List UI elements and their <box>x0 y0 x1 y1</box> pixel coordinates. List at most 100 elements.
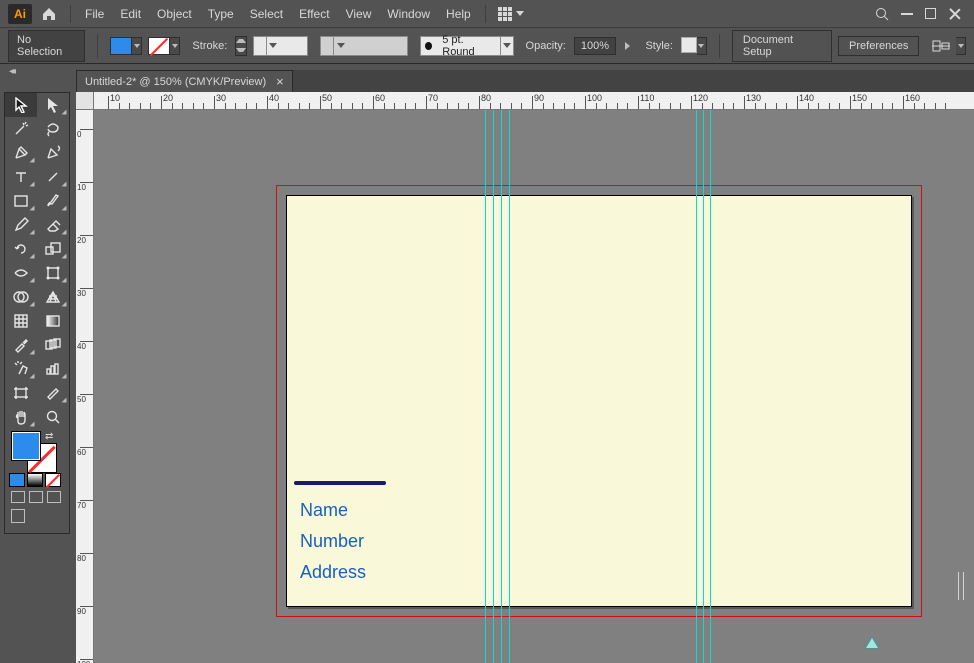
hruler-tick: 130 <box>746 93 761 103</box>
menu-object[interactable]: Object <box>149 0 200 28</box>
opacity-value[interactable]: 100% <box>574 37 616 55</box>
type-tool[interactable] <box>5 165 37 189</box>
document-tab[interactable]: Untitled-2* @ 150% (CMYK/Preview) × <box>76 70 293 92</box>
variable-width-profile-combo[interactable] <box>320 36 408 56</box>
stroke-weight-combo[interactable] <box>253 36 308 56</box>
pen-tool[interactable] <box>5 141 37 165</box>
column-graph-tool[interactable] <box>37 357 69 381</box>
graphic-style-combo[interactable] <box>681 37 707 55</box>
artboard[interactable] <box>286 195 912 607</box>
guide-vertical[interactable] <box>710 110 711 663</box>
pencil-tool[interactable] <box>5 213 37 237</box>
color-mode-gradient[interactable] <box>27 473 43 487</box>
document-tab-bar: Untitled-2* @ 150% (CMYK/Preview) × <box>76 70 974 92</box>
hruler-tick: 40 <box>269 93 279 103</box>
draw-normal[interactable] <box>11 491 25 503</box>
stroke-swatch[interactable] <box>148 37 180 55</box>
maximize-button[interactable] <box>925 8 936 19</box>
direct-selection-tool[interactable] <box>37 93 69 117</box>
panel-collapse-handle[interactable]: ◂◂ <box>4 66 18 76</box>
canvas-area[interactable]: Name Number Address <box>94 110 974 663</box>
guide-vertical[interactable] <box>501 110 502 663</box>
screen-mode-button[interactable] <box>11 509 25 523</box>
fill-color-swatch[interactable] <box>11 431 41 461</box>
ruler-origin[interactable] <box>76 92 94 110</box>
vruler-tick: 0 <box>77 131 81 139</box>
guide-vertical[interactable] <box>485 110 486 663</box>
color-mode-solid[interactable] <box>9 473 25 487</box>
guide-vertical[interactable] <box>509 110 510 663</box>
draw-inside[interactable] <box>47 491 61 503</box>
menu-effect[interactable]: Effect <box>291 0 337 28</box>
drawn-line[interactable] <box>294 481 386 485</box>
vruler-tick: 50 <box>77 396 86 404</box>
selection-tool[interactable] <box>5 93 37 117</box>
minimize-button[interactable] <box>901 13 913 15</box>
menu-type[interactable]: Type <box>200 0 242 28</box>
text-object[interactable]: Address <box>300 562 366 583</box>
mesh-tool[interactable] <box>5 309 37 333</box>
menu-file[interactable]: File <box>77 0 112 28</box>
hruler-tick: 30 <box>216 93 226 103</box>
blend-tool[interactable] <box>37 333 69 357</box>
stroke-weight-stepper[interactable] <box>235 36 247 56</box>
lasso-tool[interactable] <box>37 117 69 141</box>
perspective-grid-tool[interactable] <box>37 285 69 309</box>
artboard-tool[interactable] <box>5 381 37 405</box>
hruler-tick: 160 <box>905 93 920 103</box>
menu-window[interactable]: Window <box>379 0 438 28</box>
separator <box>97 34 98 58</box>
color-mode-none[interactable] <box>45 473 61 487</box>
eraser-tool[interactable] <box>37 213 69 237</box>
hruler-tick: 50 <box>322 93 332 103</box>
menu-select[interactable]: Select <box>242 0 291 28</box>
stroke-label: Stroke: <box>192 40 227 52</box>
guide-vertical[interactable] <box>703 110 704 663</box>
vruler-tick: 40 <box>77 343 86 351</box>
close-tab-button[interactable]: × <box>276 75 284 88</box>
free-transform-tool[interactable] <box>37 261 69 285</box>
slice-tool[interactable] <box>37 381 69 405</box>
rotate-tool[interactable] <box>5 237 37 261</box>
vruler-tick: 30 <box>77 290 86 298</box>
preferences-button[interactable]: Preferences <box>838 36 919 56</box>
hruler-tick: 70 <box>428 93 438 103</box>
eyedropper-tool[interactable] <box>5 333 37 357</box>
curvature-tool[interactable] <box>37 141 69 165</box>
swap-fill-stroke-icon[interactable]: ⇄ <box>45 431 53 442</box>
guide-vertical[interactable] <box>696 110 697 663</box>
hand-tool[interactable] <box>5 405 37 429</box>
scale-tool[interactable] <box>37 237 69 261</box>
text-object[interactable]: Name <box>300 500 348 521</box>
line-segment-tool[interactable] <box>37 165 69 189</box>
paintbrush-tool[interactable] <box>37 189 69 213</box>
guide-vertical[interactable] <box>493 110 494 663</box>
fill-stroke-swatches[interactable]: ⇄ <box>5 431 69 471</box>
arrange-documents-button[interactable] <box>492 7 530 21</box>
magic-wand-tool[interactable] <box>5 117 37 141</box>
menu-edit[interactable]: Edit <box>112 0 149 28</box>
search-icon[interactable] <box>875 7 889 21</box>
opacity-label: Opacity: <box>526 40 566 52</box>
align-flyout[interactable] <box>956 37 966 55</box>
close-button[interactable] <box>948 7 962 21</box>
toolbox: ⇄ <box>4 92 70 534</box>
opacity-flyout[interactable] <box>622 36 633 56</box>
draw-behind[interactable] <box>29 491 43 503</box>
text-object[interactable]: Number <box>300 531 364 552</box>
align-icon[interactable] <box>931 38 950 54</box>
symbol-sprayer-tool[interactable] <box>5 357 37 381</box>
gradient-tool[interactable] <box>37 309 69 333</box>
menu-help[interactable]: Help <box>438 0 479 28</box>
menu-view[interactable]: View <box>338 0 380 28</box>
zoom-tool[interactable] <box>37 405 69 429</box>
shape-builder-tool[interactable] <box>5 285 37 309</box>
document-setup-button[interactable]: Document Setup <box>732 30 832 62</box>
fill-swatch[interactable] <box>110 37 142 55</box>
home-icon[interactable] <box>38 3 60 25</box>
rectangle-tool[interactable] <box>5 189 37 213</box>
brush-definition-combo[interactable]: 5 pt. Round <box>420 36 514 56</box>
width-tool[interactable] <box>5 261 37 285</box>
vertical-ruler[interactable]: 0102030405060708090100110 <box>76 110 94 663</box>
horizontal-ruler[interactable]: 102030405060708090100110120130140150160 <box>76 92 974 110</box>
